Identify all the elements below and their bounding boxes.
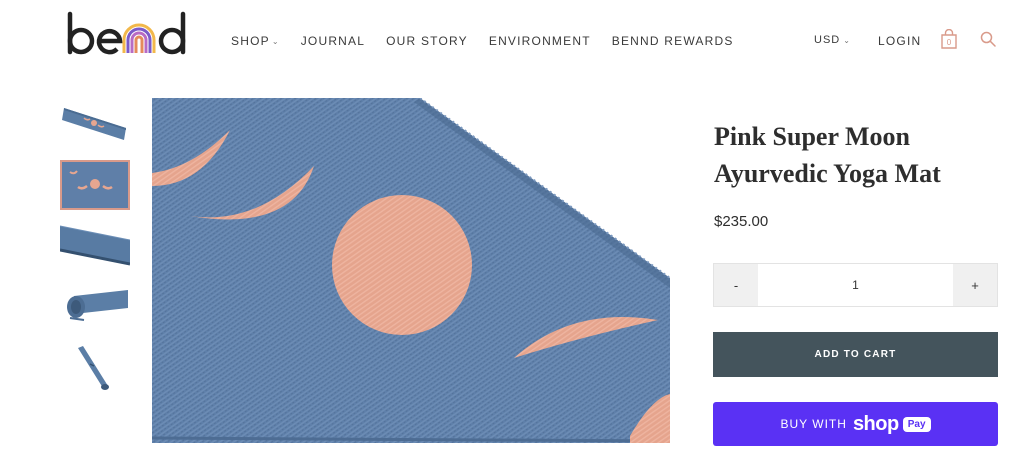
nav-item-label: SHOP — [231, 34, 270, 48]
currency-label: USD — [814, 34, 841, 46]
utility-nav: USD ⌄ LOGIN — [814, 34, 920, 48]
cart-count: 0 — [947, 38, 952, 47]
nav-item-bennd-rewards[interactable]: BENND REWARDS — [612, 34, 734, 48]
main-nav: SHOP ⌄ JOURNAL OUR STORY ENVIRONMENT BEN… — [231, 34, 755, 48]
nav-item-journal[interactable]: JOURNAL — [301, 34, 365, 48]
thumbnail-mat-edge-closeup[interactable] — [60, 222, 130, 272]
bend-logo[interactable] — [64, 10, 192, 62]
quantity-increase-button[interactable]: + — [953, 264, 997, 306]
chevron-down-icon: ⌄ — [843, 35, 851, 45]
thumbnail-mat-rolled-standing[interactable] — [60, 346, 130, 396]
shop-pay-button[interactable]: BUY WITH shop Pay — [713, 402, 998, 446]
nav-item-environment[interactable]: ENVIRONMENT — [489, 34, 591, 48]
shopping-bag-icon[interactable]: 0 — [940, 29, 958, 49]
quantity-stepper: - + — [713, 263, 998, 307]
thumbnail-mat-rolled[interactable] — [60, 284, 130, 334]
buy-with-label: BUY WITH — [780, 417, 847, 431]
product-title: Pink Super Moon Ayurvedic Yoga Mat — [714, 122, 941, 188]
login-link[interactable]: LOGIN — [878, 34, 921, 48]
chevron-down-icon: ⌄ — [271, 36, 280, 46]
nav-item-label: OUR STORY — [386, 34, 468, 48]
add-to-cart-button[interactable]: ADD TO CART — [713, 332, 998, 377]
product-price: $235.00 — [714, 213, 769, 230]
currency-selector[interactable]: USD ⌄ — [814, 34, 851, 46]
nav-item-label: BENND REWARDS — [611, 34, 734, 48]
site-header: SHOP ⌄ JOURNAL OUR STORY ENVIRONMENT BEN… — [0, 0, 1024, 80]
nav-item-label: JOURNAL — [300, 34, 366, 48]
nav-item-label: ENVIRONMENT — [488, 34, 591, 48]
nav-item-shop[interactable]: SHOP ⌄ — [231, 34, 280, 48]
search-icon[interactable] — [980, 31, 996, 47]
pay-badge: Pay — [902, 416, 931, 432]
quantity-input[interactable] — [758, 264, 953, 306]
thumbnail-mat-full-view[interactable] — [60, 98, 130, 148]
nav-item-our-story[interactable]: OUR STORY — [386, 34, 468, 48]
main-product-image[interactable] — [152, 98, 670, 443]
thumbnail-mat-moon-detail[interactable] — [60, 160, 130, 210]
quantity-decrease-button[interactable]: - — [714, 264, 758, 306]
shop-pay-logo: shop — [852, 412, 899, 435]
